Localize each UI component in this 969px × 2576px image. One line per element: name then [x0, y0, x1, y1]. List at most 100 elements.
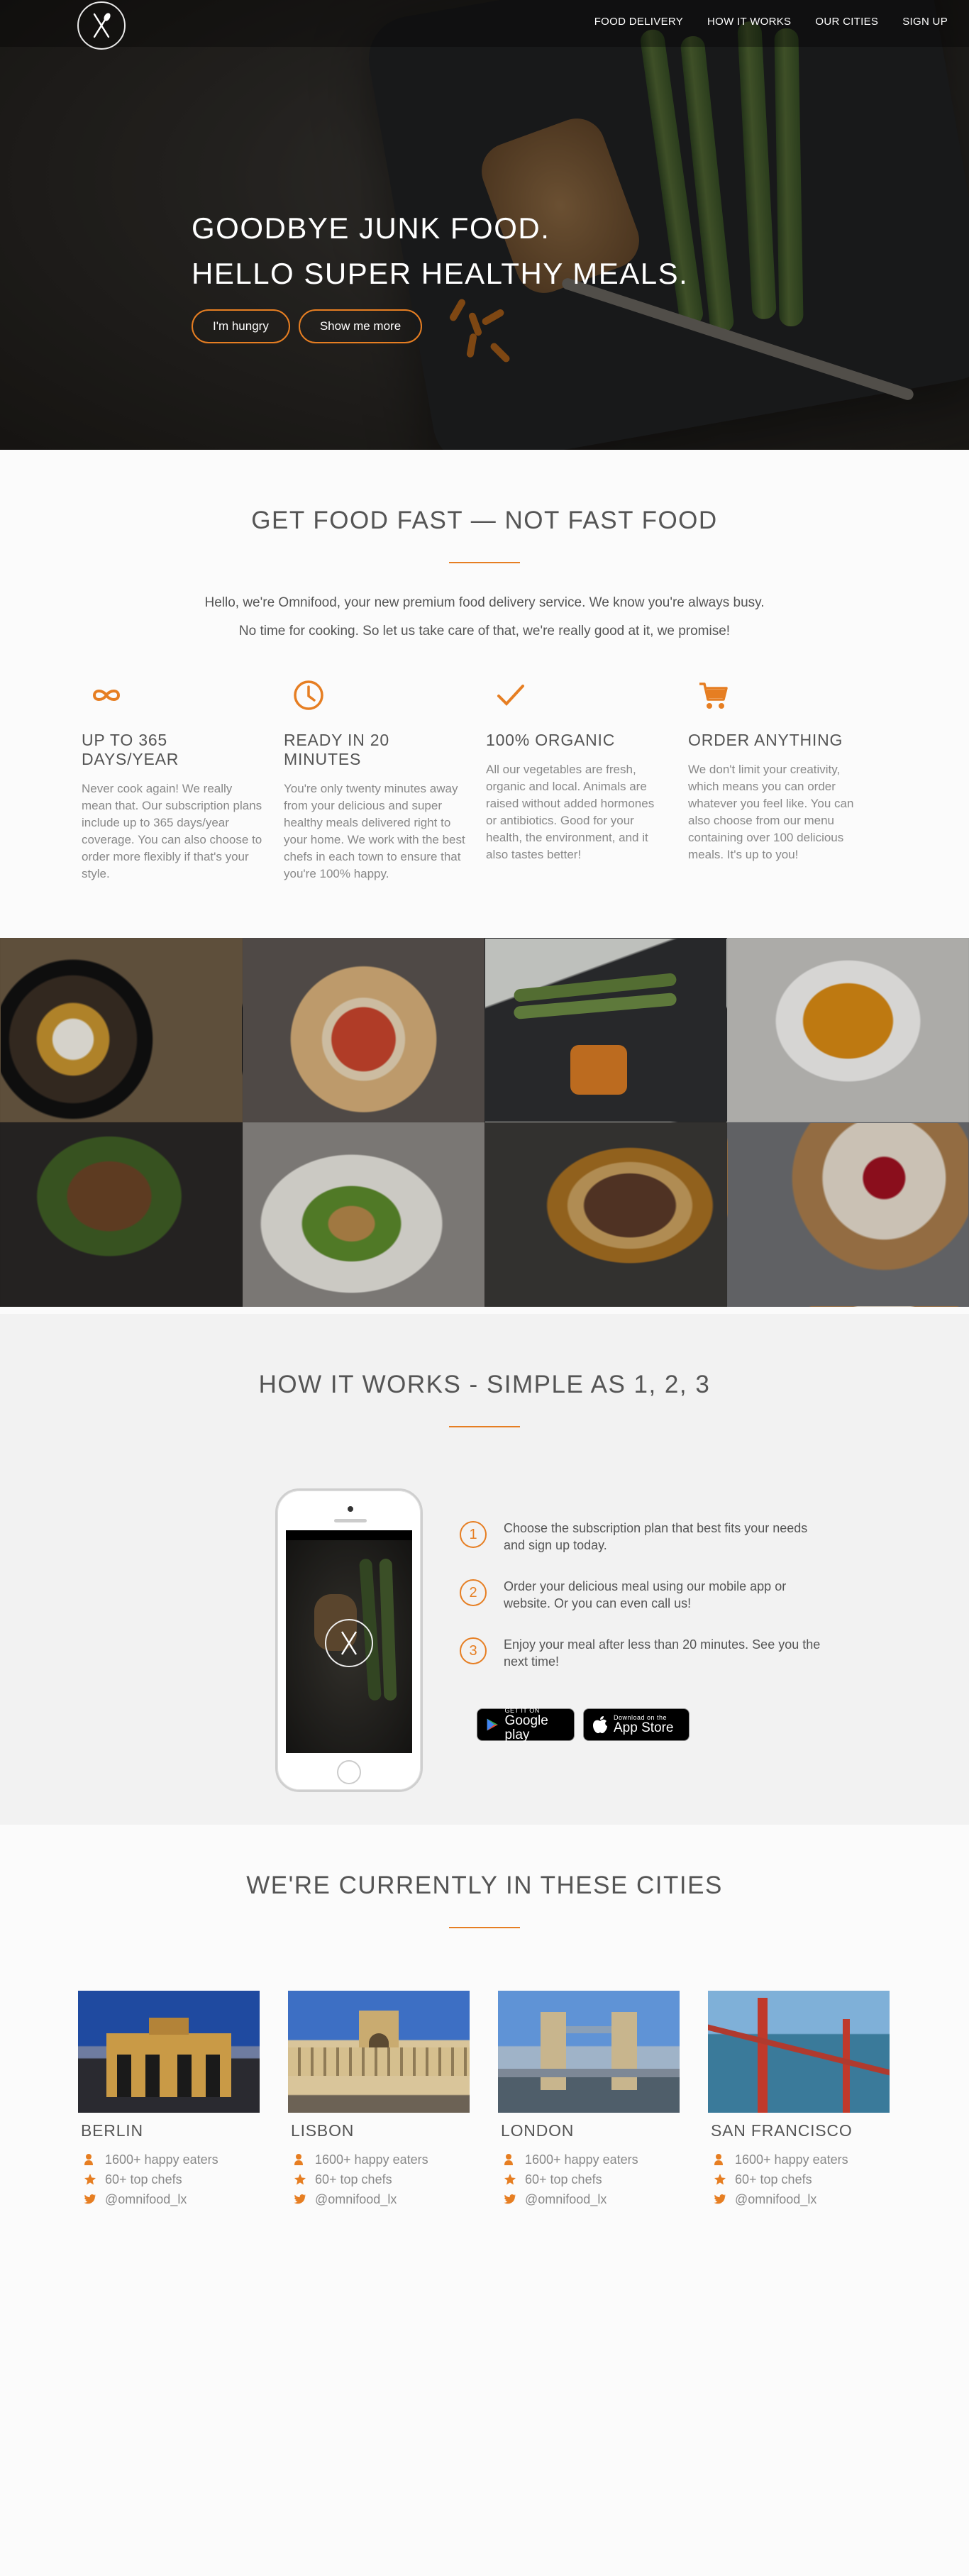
city-eaters: 1600+ happy eaters [714, 2152, 890, 2167]
phone-mockup [275, 1488, 423, 1792]
app-logo [325, 1619, 373, 1667]
features-intro-line2: No time for cooking. So let us take care… [238, 624, 731, 639]
star-icon [84, 2174, 96, 2185]
step-item: 3 Enjoy your meal after less than 20 min… [460, 1636, 829, 1670]
feature-title: 100% organic [486, 731, 616, 749]
city-chefs: 60+ top chefs [504, 2172, 680, 2187]
twitter-icon [294, 2194, 306, 2204]
person-icon [294, 2154, 303, 2165]
city-name: Lisbon [291, 2121, 355, 2140]
city-twitter: @omnifood_lx [714, 2191, 890, 2207]
feature-title: Ready in 20 minutes [284, 731, 389, 768]
star-icon [294, 2174, 306, 2185]
twitter-link[interactable]: @omnifood_lx [525, 2192, 607, 2207]
features-intro-line1: Hello, we're Omnifood, your new premium … [204, 595, 765, 610]
lisbon-photo [288, 1991, 470, 2113]
hero-heading: Goodbye junk food. Hello super healthy m… [192, 206, 688, 297]
phone-screen [286, 1530, 412, 1753]
city-twitter: @omnifood_lx [84, 2191, 260, 2207]
app-store-badges: GET IT ON Google play Download on the Ap… [477, 1707, 690, 1742]
nav-food-delivery[interactable]: Food delivery [594, 16, 683, 28]
fork-knife-icon [341, 1631, 357, 1655]
phone-camera [348, 1506, 353, 1512]
how-title-rule [449, 1426, 520, 1427]
san-francisco-photo [708, 1991, 890, 2113]
meal-photo-burger [484, 1122, 727, 1307]
steps-list: 1 Choose the subscription plan that best… [460, 1520, 829, 1694]
hero-heading-line2: Hello super healthy meals. [192, 257, 689, 290]
nav-menu: Food delivery How it works Our cities Si… [594, 16, 948, 28]
infinity-icon [92, 690, 121, 701]
city-eaters: 1600+ happy eaters [504, 2152, 680, 2167]
chefs-text: 60+ top chefs [105, 2172, 182, 2187]
chefs-text: 60+ top chefs [315, 2172, 392, 2187]
hero-heading-line1: Goodbye junk food. [192, 211, 550, 245]
person-icon [84, 2154, 93, 2165]
meal-photo-soup [726, 938, 969, 1122]
phone-speaker [334, 1519, 367, 1522]
city-twitter: @omnifood_lx [504, 2191, 680, 2207]
meal-photo-sandwich [242, 1122, 484, 1307]
meal-photo-pizza [242, 938, 484, 1122]
feature-text: We don't limit your creativity, which me… [688, 763, 854, 861]
feature-text: All our vegetables are fresh, organic an… [486, 763, 655, 861]
feature-order-anything: Order anything We don't limit your creat… [688, 674, 890, 883]
city-chefs: 60+ top chefs [294, 2172, 470, 2187]
meal-photo-steak [0, 1122, 243, 1307]
city-berlin: Berlin 1600+ happy eaters 60+ top chefs … [78, 1991, 260, 2211]
city-name: London [501, 2121, 575, 2140]
person-icon [714, 2154, 723, 2165]
twitter-icon [84, 2194, 96, 2204]
step-number: 3 [460, 1637, 487, 1664]
cities-list: Berlin 1600+ happy eaters 60+ top chefs … [78, 1991, 892, 2211]
apple-icon [593, 1716, 607, 1733]
app-store-big-text: App Store [614, 1720, 674, 1735]
london-photo [498, 1991, 680, 2113]
google-play-big-text: Google play [504, 1713, 548, 1742]
checkmark-icon [497, 685, 524, 706]
hero-header: Food delivery How it works Our cities Si… [0, 0, 969, 450]
eaters-text: 1600+ happy eaters [105, 2152, 218, 2167]
step-item: 2 Order your delicious meal using our mo… [460, 1578, 829, 1612]
main-nav: Food delivery How it works Our cities Si… [0, 0, 969, 50]
google-play-button[interactable]: GET IT ON Google play [477, 1707, 575, 1742]
feature-365-days: Up to 365 days/year Never cook again! We… [82, 674, 284, 883]
city-chefs: 60+ top chefs [714, 2172, 890, 2187]
hero-text-box: Goodbye junk food. Hello super healthy m… [192, 206, 688, 343]
star-icon [504, 2174, 516, 2185]
city-san-francisco: San Francisco 1600+ happy eaters 60+ top… [708, 1991, 890, 2211]
app-store-button[interactable]: Download on the App Store [583, 1708, 690, 1741]
feature-organic: 100% organic All our vegetables are fres… [486, 674, 688, 883]
city-chefs: 60+ top chefs [84, 2172, 260, 2187]
phone-home-button [337, 1760, 361, 1784]
meals-showcase [0, 938, 969, 1307]
features-intro: Hello, we're Omnifood, your new premium … [0, 589, 969, 646]
berlin-photo [78, 1991, 260, 2113]
how-title: How it works - Simple as 1, 2, 3 [258, 1371, 711, 1398]
step-text: Choose the subscription plan that best f… [504, 1521, 808, 1552]
how-it-works-section: How it works - Simple as 1, 2, 3 1 Choos… [0, 1314, 969, 1825]
im-hungry-button[interactable]: I'm hungry [192, 309, 290, 343]
nav-sign-up[interactable]: Sign up [902, 16, 948, 28]
clock-icon [294, 680, 323, 710]
twitter-link[interactable]: @omnifood_lx [735, 2192, 816, 2207]
nav-how-it-works[interactable]: How it works [707, 16, 791, 28]
cities-title: We're currently in these cities [246, 1872, 723, 1899]
step-number: 1 [460, 1521, 487, 1548]
chefs-text: 60+ top chefs [525, 2172, 602, 2187]
google-play-icon [487, 1718, 498, 1731]
twitter-link[interactable]: @omnifood_lx [105, 2192, 187, 2207]
omnifood-logo[interactable] [77, 1, 126, 50]
nav-our-cities[interactable]: Our cities [815, 16, 878, 28]
feature-title: Up to 365 days/year [82, 731, 179, 768]
meal-photo-asparagus [484, 938, 727, 1122]
city-twitter: @omnifood_lx [294, 2191, 470, 2207]
show-me-more-button[interactable]: Show me more [298, 309, 423, 343]
chefs-text: 60+ top chefs [735, 2172, 812, 2187]
city-lisbon: Lisbon 1600+ happy eaters 60+ top chefs … [288, 1991, 470, 2211]
twitter-link[interactable]: @omnifood_lx [315, 2192, 397, 2207]
twitter-icon [504, 2194, 516, 2204]
feature-text: You're only twenty minutes away from you… [284, 782, 465, 880]
eaters-text: 1600+ happy eaters [735, 2152, 848, 2167]
feature-20-minutes: Ready in 20 minutes You're only twenty m… [284, 674, 486, 883]
